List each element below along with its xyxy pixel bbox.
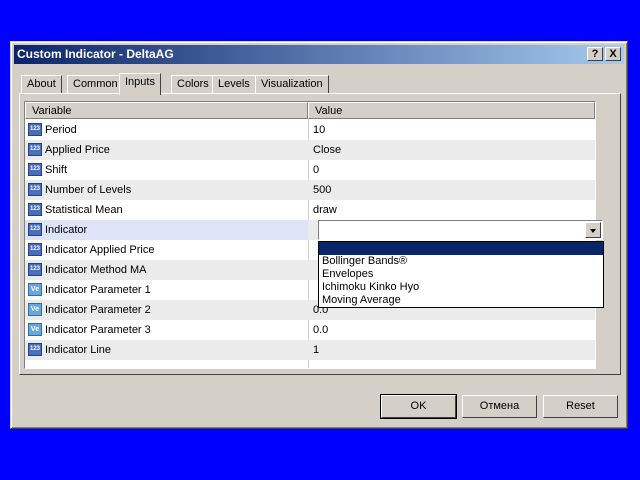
- title-bar: Custom Indicator - DeltaAG ? X: [14, 45, 624, 64]
- tab-visualization[interactable]: Visualization: [255, 75, 329, 93]
- double-type-icon: Ve: [28, 323, 42, 336]
- variable-cell[interactable]: 123 Indicator: [25, 220, 308, 240]
- variable-cell[interactable]: 123 Indicator Method MA: [25, 260, 308, 280]
- variable-name: Indicator Parameter 2: [45, 304, 151, 316]
- table-row[interactable]: 123 Indicator Line 1: [25, 340, 595, 360]
- variable-name: Indicator Applied Price: [45, 244, 155, 256]
- integer-type-icon: 123: [28, 343, 42, 356]
- variable-cell[interactable]: 123 Indicator Applied Price: [25, 240, 308, 260]
- variable-cell[interactable]: Ve Indicator Parameter 2: [25, 300, 308, 320]
- variable-name: Indicator Line: [45, 344, 112, 356]
- value-cell[interactable]: 500: [309, 180, 595, 200]
- variable-name: Indicator Method MA: [45, 264, 147, 276]
- dropdown-option-empty[interactable]: [319, 242, 603, 255]
- variable-name: Period: [45, 124, 77, 136]
- table-row[interactable]: 123 Period 10: [25, 120, 595, 140]
- variable-name: Indicator: [45, 224, 88, 236]
- variable-cell[interactable]: Ve Indicator Parameter 1: [25, 280, 308, 300]
- double-type-icon: Ve: [28, 283, 42, 296]
- help-button[interactable]: ?: [587, 47, 603, 61]
- value-cell[interactable]: 0: [309, 160, 595, 180]
- tab-inputs[interactable]: Inputs: [119, 73, 161, 95]
- dropdown-option-moving-average[interactable]: Moving Average: [319, 294, 603, 307]
- table-row[interactable]: Ve Indicator Parameter 3 0.0: [25, 320, 595, 340]
- chevron-down-icon[interactable]: [585, 222, 601, 238]
- value-cell[interactable]: draw: [309, 200, 595, 220]
- cancel-button[interactable]: Отмена: [462, 395, 537, 418]
- integer-type-icon: 123: [28, 243, 42, 256]
- variable-name: Applied Price: [45, 144, 110, 156]
- tab-about[interactable]: About: [21, 75, 62, 93]
- table-row[interactable]: 123 Applied Price Close: [25, 140, 595, 160]
- indicator-dropdown-list: Bollinger Bands® Envelopes Ichimoku Kink…: [318, 241, 604, 308]
- integer-type-icon: 123: [28, 263, 42, 276]
- column-header-variable[interactable]: Variable: [25, 102, 308, 119]
- variable-cell[interactable]: Ve Indicator Parameter 3: [25, 320, 308, 340]
- ok-button[interactable]: OK: [380, 394, 457, 419]
- dropdown-option-ichimoku[interactable]: Ichimoku Kinko Hyo: [319, 281, 603, 294]
- reset-button[interactable]: Reset: [543, 395, 618, 418]
- variable-cell[interactable]: 123 Applied Price: [25, 140, 308, 160]
- double-type-icon: Ve: [28, 303, 42, 316]
- variable-name: Shift: [45, 164, 68, 176]
- variable-name: Number of Levels: [45, 184, 132, 196]
- integer-type-icon: 123: [28, 203, 42, 216]
- tab-levels[interactable]: Levels: [212, 75, 256, 93]
- variable-cell[interactable]: 123 Number of Levels: [25, 180, 308, 200]
- indicator-combobox[interactable]: [318, 220, 603, 240]
- value-cell[interactable]: Close: [309, 140, 595, 160]
- variable-name: Statistical Mean: [45, 204, 123, 216]
- integer-type-icon: 123: [28, 163, 42, 176]
- value-cell[interactable]: 10: [309, 120, 595, 140]
- table-row[interactable]: 123 Number of Levels 500: [25, 180, 595, 200]
- integer-type-icon: 123: [28, 143, 42, 156]
- variable-cell[interactable]: 123 Period: [25, 120, 308, 140]
- value-cell[interactable]: 0.0: [309, 320, 595, 340]
- integer-type-icon: 123: [28, 123, 42, 136]
- window-title: Custom Indicator - DeltaAG: [17, 47, 174, 61]
- variable-cell[interactable]: 123 Shift: [25, 160, 308, 180]
- integer-type-icon: 123: [28, 183, 42, 196]
- tab-common[interactable]: Common: [67, 75, 124, 93]
- integer-type-icon: 123: [28, 223, 42, 236]
- column-header-value[interactable]: Value: [308, 102, 595, 119]
- value-cell[interactable]: 1: [309, 340, 595, 360]
- variable-name: Indicator Parameter 1: [45, 284, 151, 296]
- dropdown-option-bollinger-bands[interactable]: Bollinger Bands®: [319, 255, 603, 268]
- close-button[interactable]: X: [605, 47, 621, 61]
- table-row[interactable]: 123 Shift 0: [25, 160, 595, 180]
- tab-colors[interactable]: Colors: [171, 75, 215, 93]
- variable-cell[interactable]: 123 Statistical Mean: [25, 200, 308, 220]
- variable-name: Indicator Parameter 3: [45, 324, 151, 336]
- variable-cell[interactable]: 123 Indicator Line: [25, 340, 308, 360]
- dropdown-option-envelopes[interactable]: Envelopes: [319, 268, 603, 281]
- table-row[interactable]: 123 Statistical Mean draw: [25, 200, 595, 220]
